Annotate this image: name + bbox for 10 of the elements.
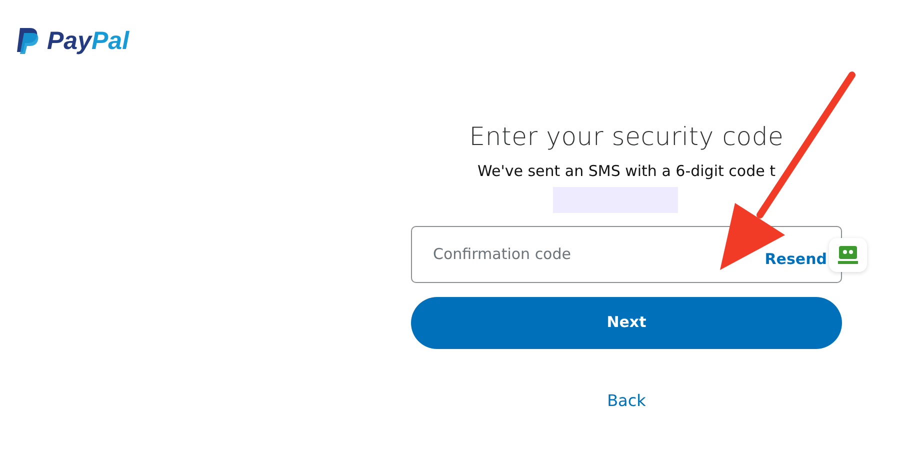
resend-link[interactable]: Resend [764, 248, 827, 270]
password-manager-badge[interactable] [829, 238, 867, 272]
page-title: Enter your security code [468, 122, 785, 152]
logo-wordmark: PayPal [47, 28, 130, 54]
next-button[interactable]: Next [411, 296, 842, 348]
robot-icon [838, 246, 858, 264]
confirmation-code-field[interactable]: Confirmation code Resend [411, 226, 842, 282]
logo-icon [17, 28, 39, 54]
back-link[interactable]: Back [607, 388, 646, 412]
sms-message: We've sent an SMS with a 6-digit code t [476, 161, 776, 182]
